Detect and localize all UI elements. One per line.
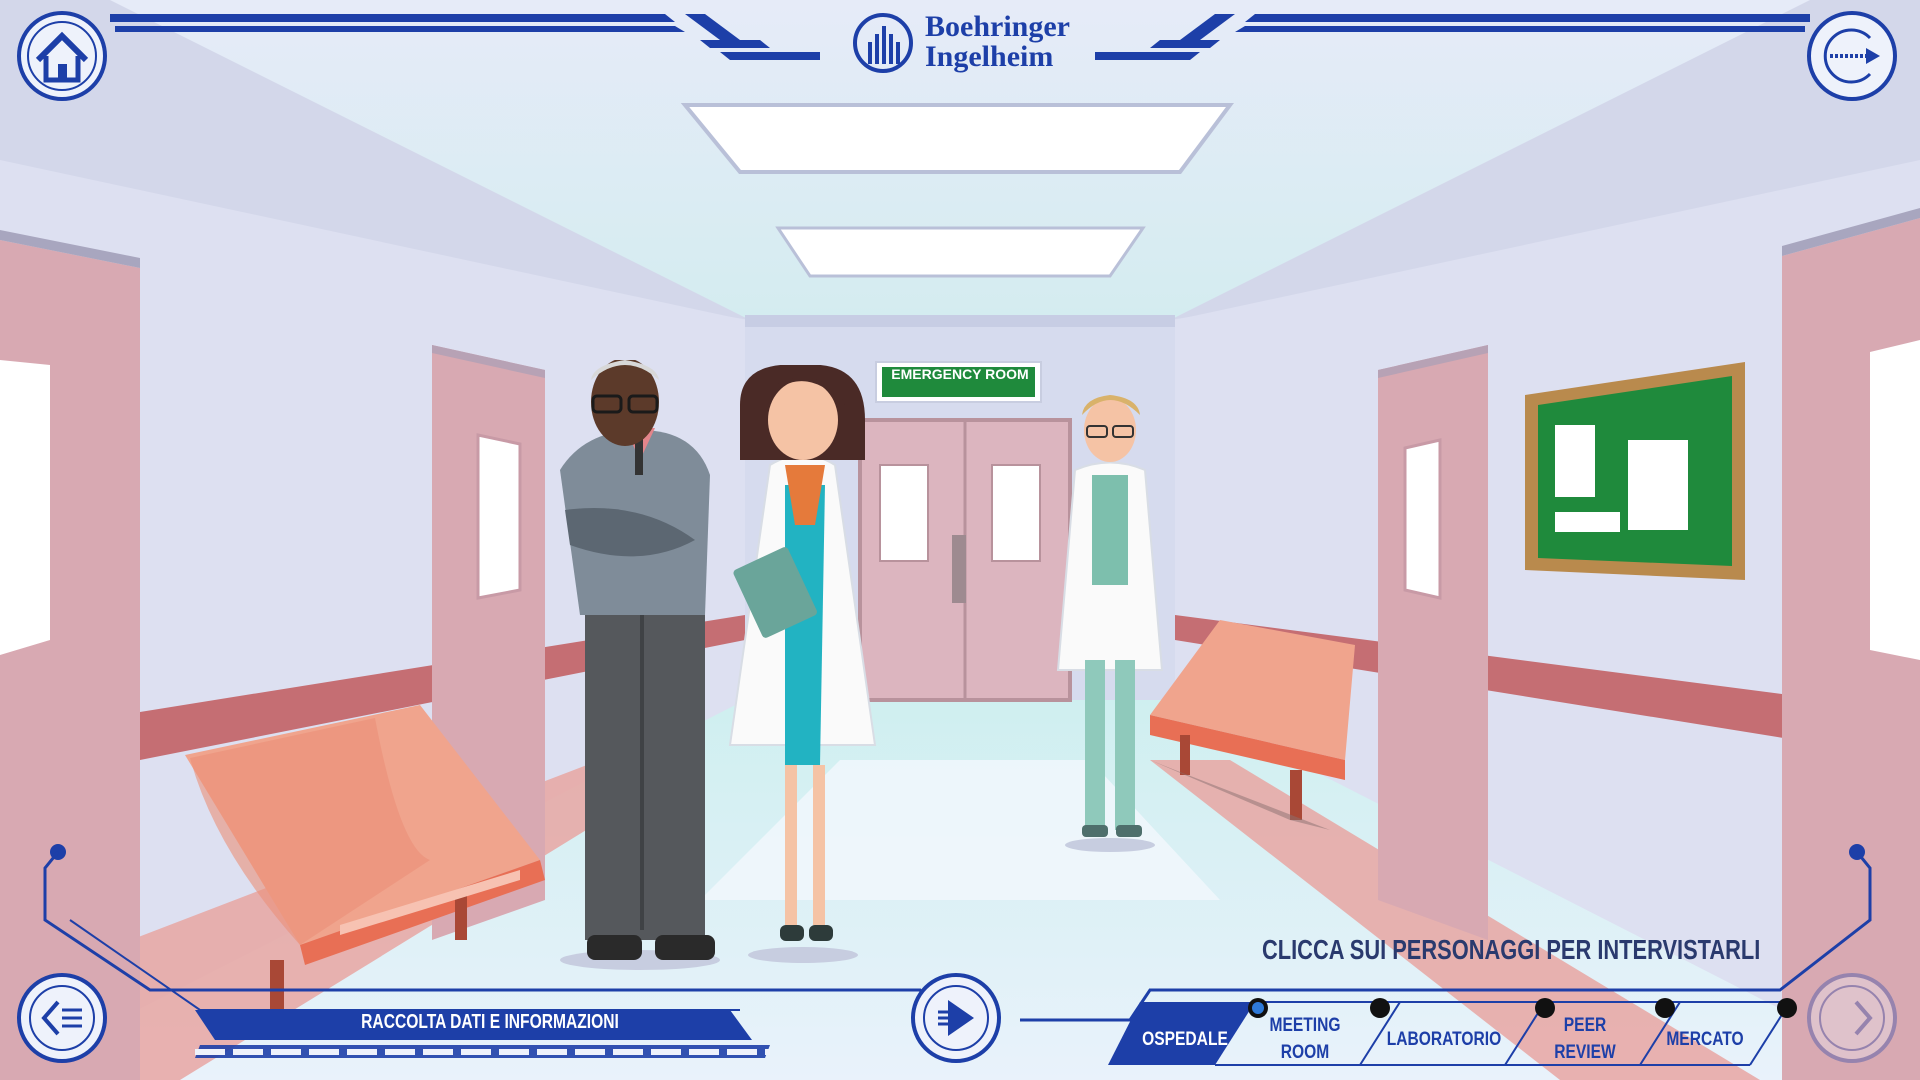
- nav-tab-meeting-room[interactable]: MEETING ROOM: [1256, 1012, 1354, 1066]
- character-male-doctor[interactable]: [1050, 390, 1170, 855]
- section-title: RACCOLTA DATI E INFORMAZIONI: [361, 1011, 619, 1033]
- back-button[interactable]: [16, 972, 108, 1064]
- exit-arrow-icon: [1807, 11, 1897, 101]
- back-arrow-icon: [17, 973, 107, 1063]
- brand-name: Boehringer Ingelheim: [925, 12, 1070, 72]
- nav-tab-ospedale[interactable]: OSPEDALE: [1140, 1026, 1230, 1053]
- exit-button[interactable]: [1806, 10, 1898, 102]
- nav-tab-laboratorio[interactable]: LABORATORIO: [1387, 1026, 1502, 1053]
- boehringer-logo-icon: [852, 12, 914, 74]
- play-icon: [911, 973, 1001, 1063]
- nav-tab-peer-review[interactable]: PEER REVIEW: [1536, 1012, 1634, 1066]
- home-icon: [17, 11, 107, 101]
- emergency-room-sign: EMERGENCY ROOM: [891, 366, 1029, 382]
- forward-arrow-icon: [1807, 973, 1897, 1063]
- brand-line-1: Boehringer: [925, 10, 1070, 43]
- play-button[interactable]: [910, 972, 1002, 1064]
- forward-button-disabled: [1806, 972, 1898, 1064]
- interview-prompt: CLICCA SUI PERSONAGGI PER INTERVISTARLI: [1262, 934, 1761, 965]
- nav-tab-mercato[interactable]: MERCATO: [1660, 1026, 1750, 1053]
- game-screen: EMERGENCY ROOM Boehringer Ingelheim RACC…: [0, 0, 1920, 1080]
- home-button[interactable]: [16, 10, 108, 102]
- brand-line-2: Ingelheim: [925, 40, 1054, 73]
